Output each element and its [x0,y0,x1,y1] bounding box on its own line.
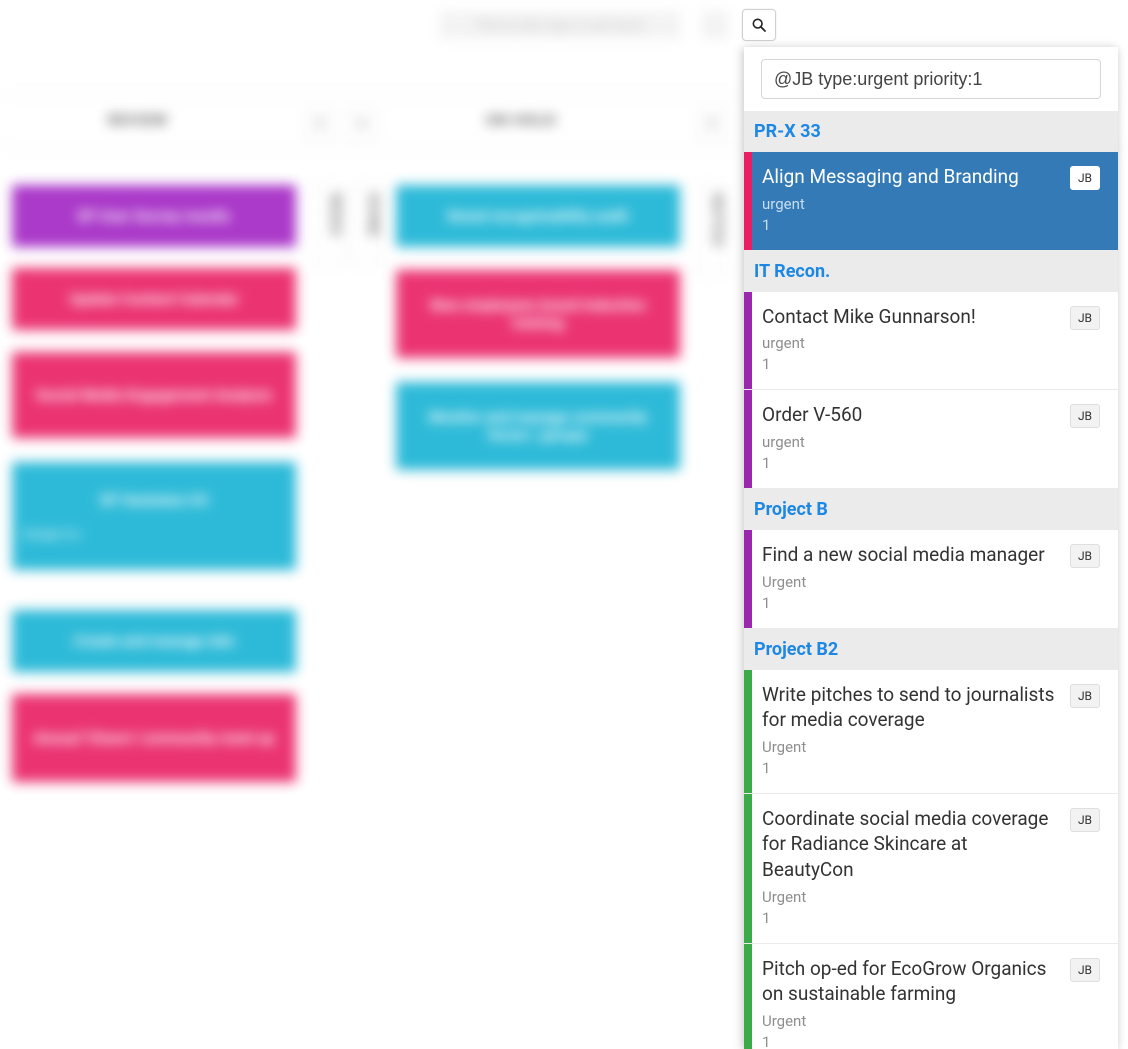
result-title: Contact Mike Gunnarson! [762,304,1062,330]
result-type: Urgent [762,887,1062,908]
result-priority: 1 [762,593,1062,614]
result-content: Align Messaging and Branding urgent1 [762,164,1062,236]
result-priority: 1 [762,215,1062,236]
color-stripe [744,152,752,250]
result-type: urgent [762,194,1062,215]
color-stripe [744,670,752,793]
color-stripe [744,390,752,488]
chevron-down-icon: ▾ [348,108,376,140]
result-card[interactable]: Contact Mike Gunnarson! urgent1 JB [744,292,1118,391]
color-stripe [744,944,752,1049]
result-priority: 1 [762,758,1062,779]
color-stripe [744,530,752,628]
search-panel: PR-X 33 Align Messaging and Branding urgen… [744,47,1118,1049]
group-header[interactable]: Project B [744,489,1118,530]
result-card[interactable]: Align Messaging and Branding urgent1 JB [744,152,1118,251]
color-stripe [744,292,752,390]
result-content: Pitch op-ed for EcoGrow Organics on sust… [762,956,1062,1049]
avatar: JB [1070,544,1100,568]
result-card[interactable]: Coordinate social media coverage for Rad… [744,794,1118,944]
card-blurred: DF Hackaton S4 Budget Inc [12,462,296,570]
avatar: JB [1070,166,1100,190]
search-input[interactable] [761,59,1101,99]
result-type: urgent [762,432,1062,453]
group-header[interactable]: PR-X 33 [744,111,1118,152]
group-header[interactable]: IT Recon. [744,251,1118,292]
collapsed-lane-done: DONE [352,185,382,265]
card-blurred: Create and manage Ads [12,610,296,672]
result-title: Align Messaging and Branding [762,164,1062,190]
result-title: Pitch op-ed for EcoGrow Organics on sust… [762,956,1062,1007]
result-type: Urgent [762,737,1062,758]
result-content: Order V-560 urgent1 [762,402,1062,474]
column-on-hold: ON HOLD [486,111,556,129]
collapsed-lane-notes: NOTES [696,185,726,275]
result-priority: 1 [762,1032,1062,1049]
result-content: Coordinate social media coverage for Rad… [762,806,1062,929]
search-icon [751,17,767,33]
result-priority: 1 [762,908,1062,929]
result-title: Order V-560 [762,402,1062,428]
collapsed-lane-redo: REDO [314,185,344,265]
search-button[interactable] [742,9,776,41]
card-blurred: Brand recognizability audit [396,185,680,247]
card-subtext: Budget Inc [24,527,81,541]
chevron-down-icon: ▾ [698,108,726,140]
avatar: JB [1070,684,1100,708]
card-blurred: Update Content Calendar [12,268,296,330]
filter-toggle-blurred [702,12,728,38]
result-priority: 1 [762,354,1062,375]
column-review: REVIEW [108,111,168,129]
chevron-down-icon: ▾ [306,108,334,140]
result-content: Write pitches to send to journalists for… [762,682,1062,779]
result-card[interactable]: Pitch op-ed for EcoGrow Organics on sust… [744,944,1118,1049]
card-title: DF Hackaton S4 [100,491,208,509]
result-content: Find a new social media manager Urgent1 [762,542,1062,614]
result-title: Write pitches to send to journalists for… [762,682,1062,733]
result-card[interactable]: Find a new social media manager Urgent1 JB [744,530,1118,629]
result-type: Urgent [762,572,1062,593]
avatar: JB [1070,958,1100,982]
result-title: Find a new social media manager [762,542,1062,568]
search-input-wrap [744,47,1118,111]
card-blurred: Annual 'Cheers' community meet up [12,694,296,782]
result-card[interactable]: Order V-560 urgent1 JB [744,390,1118,489]
result-priority: 1 [762,453,1062,474]
color-stripe [744,794,752,943]
result-type: Urgent [762,1011,1062,1032]
search-results[interactable]: PR-X 33 Align Messaging and Branding urgen… [744,111,1118,1049]
card-blurred: DF User Survey results [12,185,296,247]
result-type: urgent [762,333,1062,354]
avatar: JB [1070,306,1100,330]
avatar: JB [1070,404,1100,428]
card-blurred: Social Media Engagement Analysis [12,352,296,438]
group-header[interactable]: Project B2 [744,629,1118,670]
result-content: Contact Mike Gunnarson! urgent1 [762,304,1062,376]
avatar: JB [1070,808,1100,832]
result-card[interactable]: Write pitches to send to journalists for… [744,670,1118,794]
card-blurred: New employees brand induction training [396,270,680,358]
result-title: Coordinate social media coverage for Rad… [762,806,1062,883]
card-blurred: Monitor and manage community forum / gro… [396,382,680,470]
filter-input-blurred: Filter by title, tags or card name [440,12,680,38]
